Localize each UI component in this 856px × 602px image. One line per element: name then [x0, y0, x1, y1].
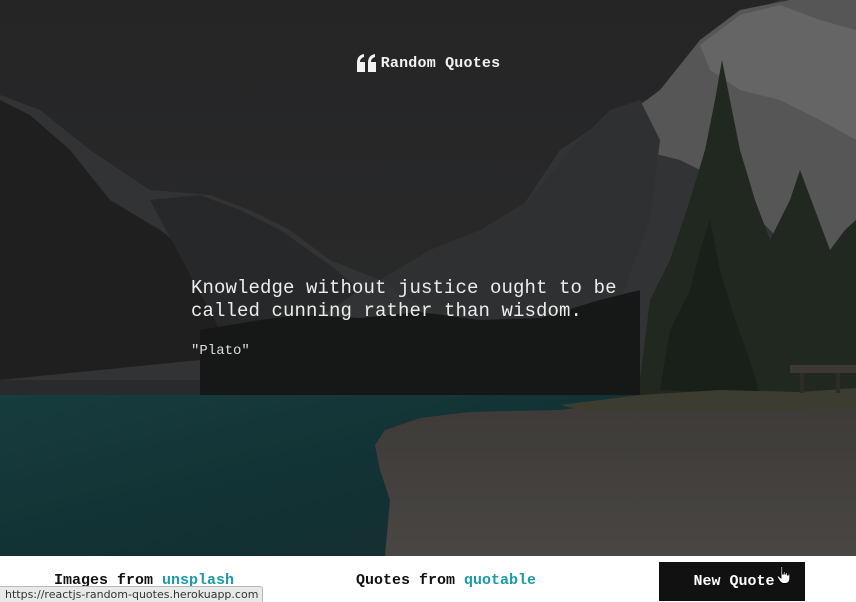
quote-left-icon [356, 54, 377, 73]
quotable-link[interactable]: quotable [464, 572, 536, 589]
app-header: Random Quotes [0, 54, 856, 73]
quote-author: "Plato" [191, 343, 250, 359]
app-page: Random Quotes Knowledge without justice … [0, 0, 856, 602]
hand-cursor-icon [776, 566, 792, 584]
app-title: Random Quotes [380, 55, 501, 72]
quotes-credit-label: Quotes from [356, 572, 465, 589]
quote-text: Knowledge without justice ought to be ca… [191, 277, 617, 322]
quote-card: Knowledge without justice ought to be ca… [191, 277, 671, 359]
quotes-credit: Quotes from quotable [356, 572, 536, 589]
status-bar-url: https://reactjs-random-quotes.herokuapp.… [0, 586, 264, 602]
